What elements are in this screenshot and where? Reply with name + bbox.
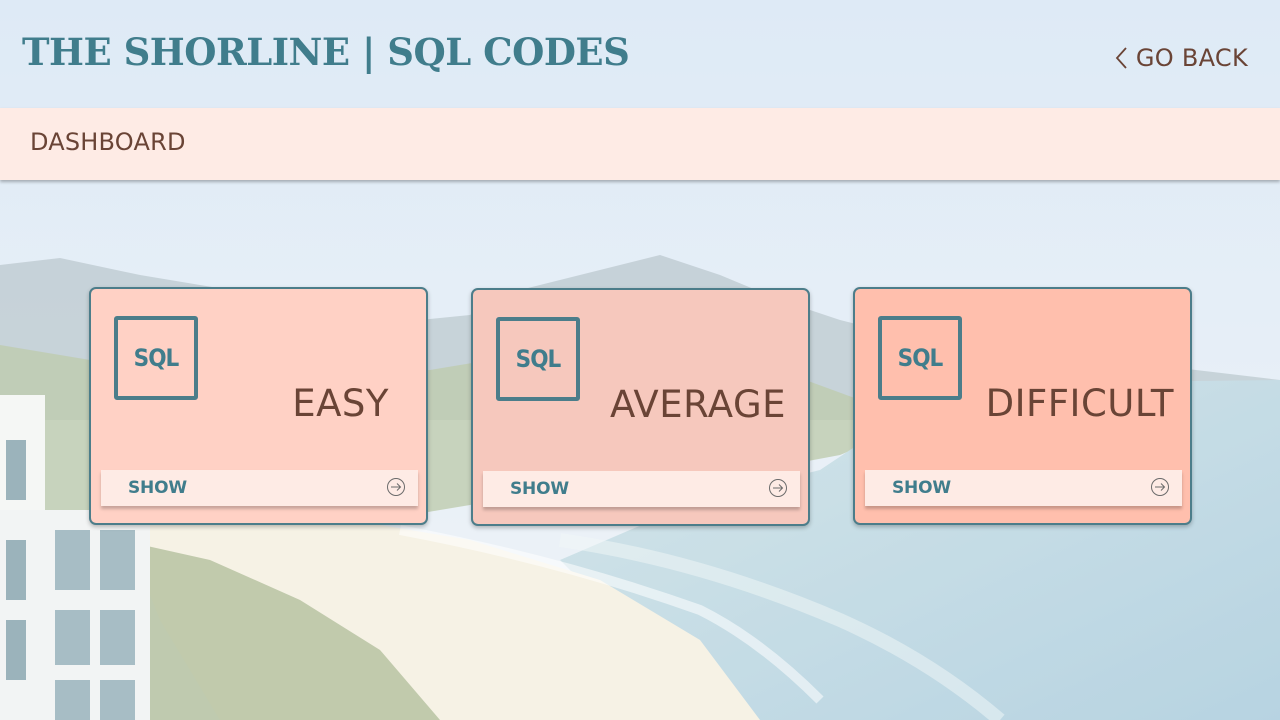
- chevron-left-icon: [1115, 47, 1127, 69]
- top-header: THE SHORLINE | SQL CODES GO BACK: [0, 0, 1280, 108]
- level-label: EASY: [292, 382, 389, 425]
- show-button[interactable]: SHOW: [101, 470, 418, 506]
- sql-badge-icon: SQL: [114, 316, 198, 400]
- show-label: SHOW: [510, 479, 569, 499]
- card-easy: SQL EASY SHOW: [89, 287, 428, 525]
- show-button[interactable]: SHOW: [865, 470, 1182, 506]
- level-label: AVERAGE: [609, 383, 786, 426]
- go-back-button[interactable]: GO BACK: [1114, 44, 1248, 72]
- arrow-circle-right-icon: [769, 479, 787, 497]
- card-difficult: SQL DIFFICULT SHOW: [853, 287, 1192, 525]
- card-average: SQL AVERAGE SHOW: [471, 288, 810, 526]
- go-back-label: GO BACK: [1135, 44, 1248, 72]
- arrow-circle-right-icon: [1151, 478, 1169, 496]
- dashboard-bar: DASHBOARD: [0, 108, 1280, 180]
- show-label: SHOW: [128, 478, 187, 498]
- page-title: DASHBOARD: [30, 128, 186, 156]
- app-title: THE SHORLINE | SQL CODES: [22, 30, 630, 74]
- show-label: SHOW: [892, 478, 951, 498]
- sql-badge-icon: SQL: [878, 316, 962, 400]
- show-button[interactable]: SHOW: [483, 471, 800, 507]
- sql-badge-icon: SQL: [496, 317, 580, 401]
- level-label: DIFFICULT: [985, 382, 1174, 425]
- arrow-circle-right-icon: [387, 478, 405, 496]
